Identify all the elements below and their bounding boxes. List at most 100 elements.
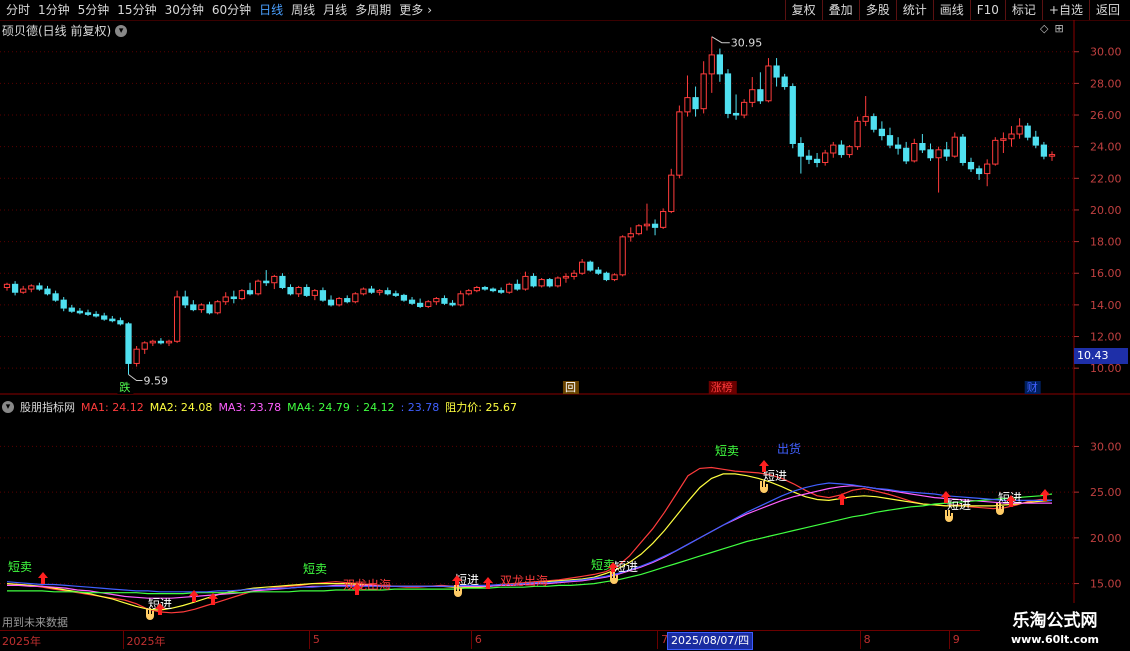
function-button-2[interactable]: 多股 bbox=[858, 0, 896, 20]
period-tab-8[interactable]: 月线 bbox=[319, 0, 351, 20]
candle-body bbox=[157, 340, 165, 344]
watermark-title: 乐淘公式网 bbox=[1012, 611, 1098, 631]
candle-body bbox=[465, 290, 472, 295]
candle-body bbox=[959, 136, 967, 163]
period-tab-5[interactable]: 60分钟 bbox=[208, 0, 255, 20]
price-tick-label: 22.00 bbox=[1090, 172, 1122, 185]
candle-body bbox=[562, 275, 570, 279]
indicator-line-ma1 bbox=[6, 466, 1053, 614]
candlestick-chart[interactable]: 30.00 28.00 26.00 24.00 22.00 20.00 18.00 16.00… bbox=[0, 20, 1130, 415]
candle-body bbox=[935, 149, 942, 159]
candle-body bbox=[457, 293, 464, 306]
candle-body bbox=[344, 298, 351, 303]
candle-body bbox=[11, 283, 19, 293]
candle-body bbox=[52, 293, 59, 301]
candle-body bbox=[271, 275, 278, 284]
candle-body bbox=[425, 301, 432, 307]
watermark-logo: 乐淘公式网 www.60lt.com bbox=[980, 603, 1130, 650]
candle-body bbox=[506, 283, 513, 293]
period-tab-2[interactable]: 5分钟 bbox=[74, 0, 114, 20]
date-tick-label: 8 bbox=[863, 633, 871, 646]
candle-body bbox=[246, 290, 254, 295]
candle-body bbox=[627, 233, 634, 238]
function-button-5[interactable]: F10 bbox=[969, 0, 1005, 20]
indicator-chart[interactable]: 30.0025.0020.0015.00 短卖短卖短卖短卖出货短进短进短进短进短… bbox=[0, 415, 1130, 630]
candle-body bbox=[360, 288, 367, 295]
function-button-1[interactable]: 叠加 bbox=[821, 0, 859, 20]
candle-body bbox=[60, 299, 67, 309]
price-tick-label: 12.00 bbox=[1090, 331, 1122, 344]
price-tick-label: 24.00 bbox=[1090, 141, 1122, 154]
candle-body bbox=[214, 301, 221, 314]
short-buy-signal: 短进 bbox=[947, 498, 971, 512]
period-tab-0[interactable]: 分时 bbox=[2, 0, 34, 20]
candle-body bbox=[822, 152, 829, 163]
date-tick-label: 9 bbox=[952, 633, 960, 646]
current-price-tag: 10.43 bbox=[1074, 348, 1128, 364]
candle-body bbox=[587, 261, 594, 271]
candle-body bbox=[635, 225, 642, 235]
chevron-down-icon[interactable]: ▾ bbox=[2, 401, 14, 413]
line5-value: : 24.12 bbox=[355, 400, 395, 414]
chevron-right-icon[interactable]: › bbox=[427, 0, 432, 20]
candle-body bbox=[384, 290, 391, 295]
short-buy-signal: 短进 bbox=[614, 560, 638, 574]
candle-body bbox=[417, 302, 424, 307]
function-button-6[interactable]: 标记 bbox=[1004, 0, 1042, 20]
candle-body bbox=[643, 223, 651, 227]
price-tick-label: 30.00 bbox=[1090, 46, 1122, 59]
exit-signal: 出货 bbox=[777, 441, 801, 456]
candle-body bbox=[481, 286, 489, 290]
candle-body bbox=[109, 318, 116, 322]
candle-body bbox=[514, 283, 521, 290]
candle-body bbox=[765, 65, 772, 102]
period-tab-4[interactable]: 30分钟 bbox=[161, 0, 208, 20]
candle-body bbox=[198, 304, 205, 311]
candle-body bbox=[352, 293, 359, 303]
date-tick bbox=[948, 631, 950, 649]
function-button-8[interactable]: 返回 bbox=[1088, 0, 1126, 20]
candle-body bbox=[368, 288, 375, 293]
selected-date: 2025/08/07/四 bbox=[667, 632, 754, 650]
date-tick-label: 5 bbox=[312, 633, 320, 646]
candle-body bbox=[595, 269, 602, 274]
candle-body bbox=[182, 296, 189, 306]
date-tick bbox=[657, 631, 659, 649]
candle-body bbox=[919, 143, 926, 151]
indicator-line-ma2 bbox=[6, 473, 1053, 611]
period-tab-3[interactable]: 15分钟 bbox=[113, 0, 160, 20]
future-data-note: 用到未来数据 bbox=[2, 616, 68, 629]
candle-body bbox=[805, 155, 813, 160]
function-button-3[interactable]: 统计 bbox=[895, 0, 933, 20]
event-marker-label: 涨榜 bbox=[711, 380, 733, 394]
period-tab-1[interactable]: 1分钟 bbox=[34, 0, 74, 20]
period-tab-7[interactable]: 周线 bbox=[287, 0, 319, 20]
period-tab-6[interactable]: 日线 bbox=[255, 0, 287, 20]
date-tick bbox=[859, 631, 861, 649]
candle-body bbox=[125, 323, 132, 364]
candle-body bbox=[206, 304, 213, 314]
candle-body bbox=[878, 128, 886, 137]
candle-body bbox=[943, 149, 950, 157]
low-pointer bbox=[128, 374, 143, 382]
candle-body bbox=[984, 163, 991, 175]
date-tick bbox=[308, 631, 310, 649]
function-button-0[interactable]: 复权 bbox=[784, 0, 822, 20]
resist-value: 阻力价: 25.67 bbox=[445, 401, 517, 414]
candle-body bbox=[951, 136, 958, 157]
price-tick-label: 10.00 bbox=[1090, 362, 1122, 375]
candle-body bbox=[1016, 125, 1023, 135]
candle-body bbox=[489, 288, 497, 292]
function-button-7[interactable]: +自选 bbox=[1041, 0, 1089, 20]
candle-body bbox=[400, 294, 408, 301]
watermark-url: www.60lt.com bbox=[1010, 633, 1100, 646]
period-tab-9[interactable]: 多周期 bbox=[351, 0, 395, 20]
period-tab-10[interactable]: 更多 bbox=[395, 0, 427, 20]
price-tick-label: 26.00 bbox=[1090, 109, 1122, 122]
function-button-4[interactable]: 画线 bbox=[932, 0, 970, 20]
candle-body bbox=[117, 320, 124, 325]
candle-body bbox=[886, 135, 894, 146]
candle-body bbox=[327, 299, 335, 306]
candle-body bbox=[449, 302, 456, 306]
candle-body bbox=[846, 146, 853, 156]
